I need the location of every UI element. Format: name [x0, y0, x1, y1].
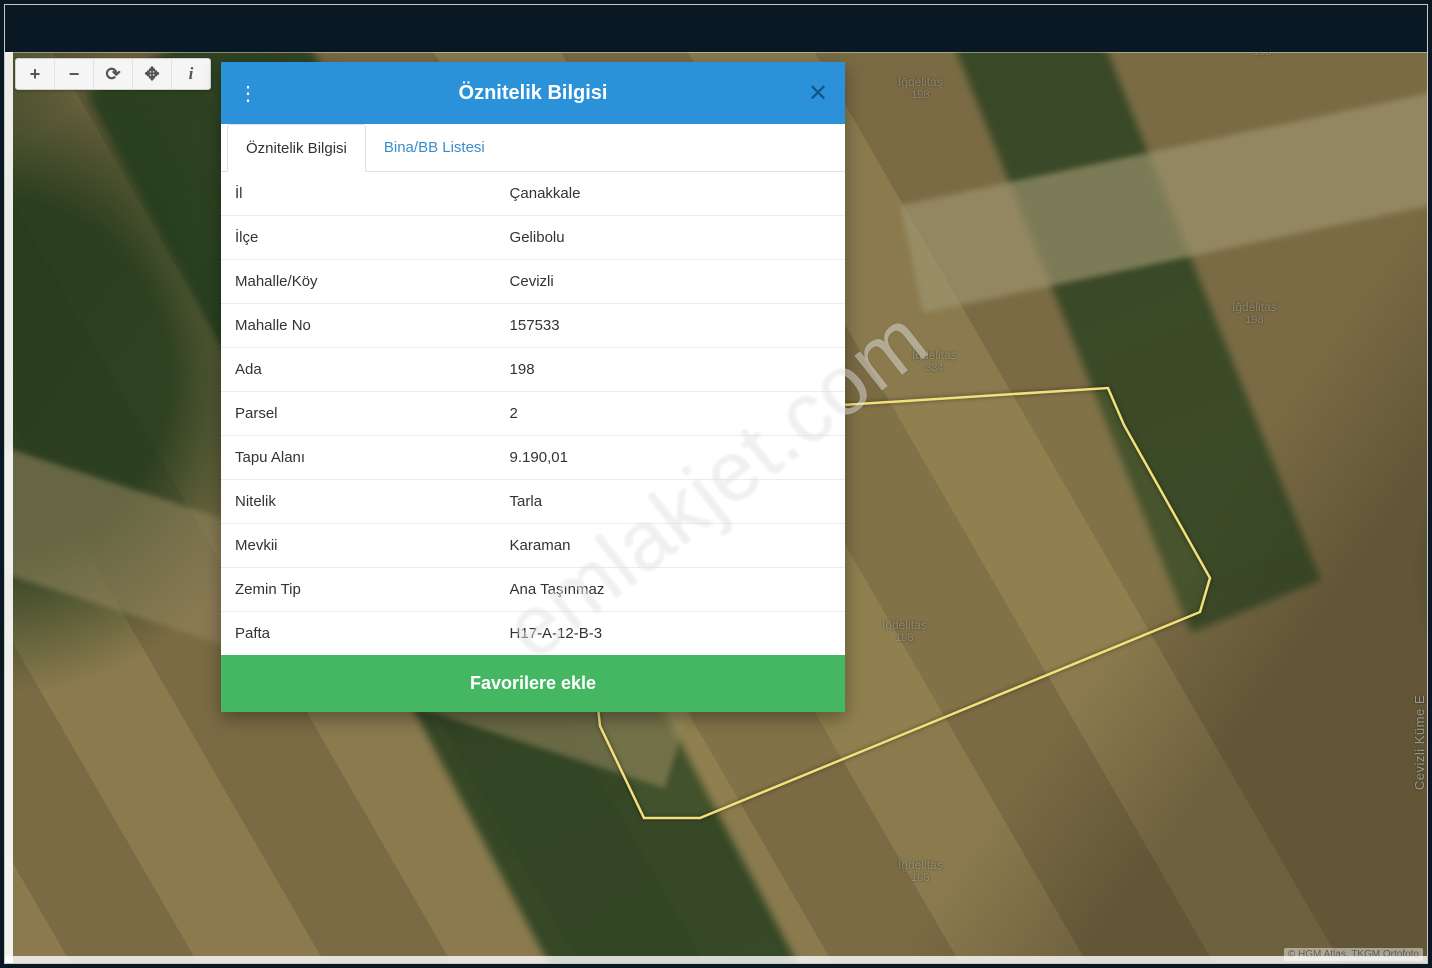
attribute-value: H17-A-12-B-3 [496, 612, 845, 656]
locate-icon: ✥ [144, 64, 159, 85]
table-row: Tapu Alanı9.190,01 [221, 436, 845, 480]
attribute-key: İl [221, 172, 496, 216]
attribute-key: Mahalle/Köy [221, 260, 496, 304]
street-label: Cevizli Küme E [1412, 695, 1427, 790]
identify-button[interactable]: i [172, 59, 210, 89]
modal-tabs: Öznitelik BilgisiBina/BB Listesi [221, 124, 845, 172]
add-to-favorites-button[interactable]: Favorilere ekle [221, 655, 845, 712]
attribute-key: Tapu Alanı [221, 436, 496, 480]
table-row: Ada198 [221, 348, 845, 392]
parcel-label: İğdelitaş198 [898, 75, 943, 103]
parcel-label: İğdelitaş198 [1240, 52, 1285, 60]
attribute-key: Parsel [221, 392, 496, 436]
table-row: PaftaH17-A-12-B-3 [221, 612, 845, 656]
table-row: İlçeGelibolu [221, 216, 845, 260]
modal-header: ⋮ Öznitelik Bilgisi ✕ [221, 62, 845, 124]
attribute-value: 9.190,01 [496, 436, 845, 480]
attribute-key: Zemin Tip [221, 568, 496, 612]
attribute-value: 157533 [496, 304, 845, 348]
modal-close-button[interactable]: ✕ [791, 62, 845, 124]
zoom-in-icon: + [30, 64, 41, 85]
table-row: MevkiiKaraman [221, 524, 845, 568]
modal-title: Öznitelik Bilgisi [275, 82, 791, 105]
parcel-label: İğdelitaş198 [898, 858, 943, 886]
zoom-out-button[interactable]: − [55, 59, 94, 89]
attribute-key: Nitelik [221, 480, 496, 524]
attribute-table: İlÇanakkaleİlçeGeliboluMahalle/KöyCevizl… [221, 172, 845, 655]
reset-view-icon: ⟳ [105, 64, 120, 85]
parcel-label: İğdelitaş198 [882, 618, 927, 646]
table-row: Mahalle No157533 [221, 304, 845, 348]
tab-building-list[interactable]: Bina/BB Listesi [366, 124, 503, 171]
table-row: NitelikTarla [221, 480, 845, 524]
parcel-label: İğdelitaş334 [912, 348, 957, 376]
satellite-map[interactable]: İğdelitaş198 İğdelitaş198 İğdelitaş198 İğde… [5, 52, 1427, 963]
table-row: İlÇanakkale [221, 172, 845, 216]
zoom-out-icon: − [69, 64, 80, 85]
attribute-key: Mahalle No [221, 304, 496, 348]
app-header [5, 5, 1427, 51]
drag-handle-icon[interactable]: ⋮ [221, 62, 275, 124]
tab-attribute-info[interactable]: Öznitelik Bilgisi [227, 124, 366, 172]
map-toolbar: + − ⟳ ✥ i [15, 58, 211, 90]
attribute-value: 198 [496, 348, 845, 392]
attribute-key: Ada [221, 348, 496, 392]
table-row: Mahalle/KöyCevizli [221, 260, 845, 304]
frame-edge [5, 52, 1427, 53]
attribute-value: Karaman [496, 524, 845, 568]
attribute-value: Tarla [496, 480, 845, 524]
table-row: Parsel2 [221, 392, 845, 436]
attribute-value: Gelibolu [496, 216, 845, 260]
frame-edge [5, 52, 13, 963]
reset-view-button[interactable]: ⟳ [94, 59, 133, 89]
attribute-key: Mevkii [221, 524, 496, 568]
attribute-key: Pafta [221, 612, 496, 656]
attribute-value: 2 [496, 392, 845, 436]
locate-button[interactable]: ✥ [133, 59, 172, 89]
attribute-key: İlçe [221, 216, 496, 260]
attribute-value: Ana Taşınmaz [496, 568, 845, 612]
attribute-value: Çanakkale [496, 172, 845, 216]
table-row: Zemin TipAna Taşınmaz [221, 568, 845, 612]
attribute-modal: ⋮ Öznitelik Bilgisi ✕ Öznitelik BilgisiB… [221, 62, 845, 712]
frame-edge [5, 956, 1427, 963]
zoom-in-button[interactable]: + [16, 59, 55, 89]
parcel-label: İğdelitaş198 [1232, 300, 1277, 328]
attribute-value: Cevizli [496, 260, 845, 304]
identify-icon: i [189, 64, 194, 84]
